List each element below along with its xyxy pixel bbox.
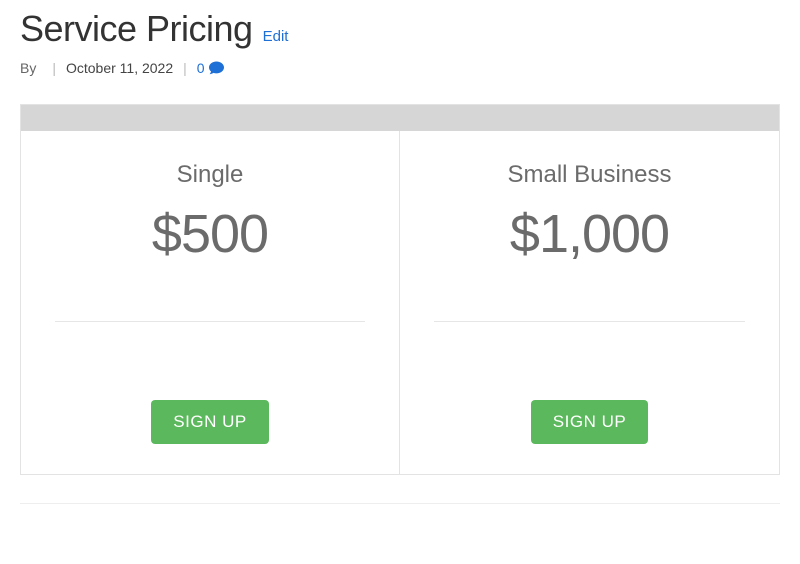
plan-cta-row: SIGN UP: [45, 400, 375, 444]
comments-link[interactable]: 0: [197, 60, 224, 76]
plan-cta-row: SIGN UP: [424, 400, 755, 444]
comments-count: 0: [197, 60, 205, 76]
plan-price: $500: [45, 207, 375, 261]
meta-date: October 11, 2022: [66, 60, 173, 76]
plan-divider: [434, 321, 745, 322]
page-title: Service Pricing: [20, 8, 253, 50]
edit-link[interactable]: Edit: [263, 28, 289, 45]
title-row: Service Pricing Edit: [20, 8, 780, 50]
plan-divider: [55, 321, 365, 322]
pricing-headband: [21, 105, 779, 131]
page-divider: [20, 503, 780, 504]
plan-name: Small Business: [424, 161, 755, 189]
signup-button[interactable]: SIGN UP: [531, 400, 648, 444]
signup-button[interactable]: SIGN UP: [151, 400, 268, 444]
plan-name: Single: [45, 161, 375, 189]
plan-small-business: Small Business $1,000 SIGN UP: [400, 131, 779, 474]
plan-single: Single $500 SIGN UP: [21, 131, 400, 474]
pricing-grid: Single $500 SIGN UP Small Business $1,00…: [21, 131, 779, 474]
meta-separator: |: [179, 60, 191, 76]
meta-row: By | October 11, 2022 | 0: [20, 60, 780, 76]
pricing-table: Single $500 SIGN UP Small Business $1,00…: [20, 104, 780, 475]
plan-price: $1,000: [424, 207, 755, 261]
meta-separator: |: [48, 60, 60, 76]
page-header: Service Pricing Edit By | October 11, 20…: [20, 0, 780, 76]
meta-by-label: By: [20, 60, 36, 76]
comment-icon: [209, 61, 224, 75]
